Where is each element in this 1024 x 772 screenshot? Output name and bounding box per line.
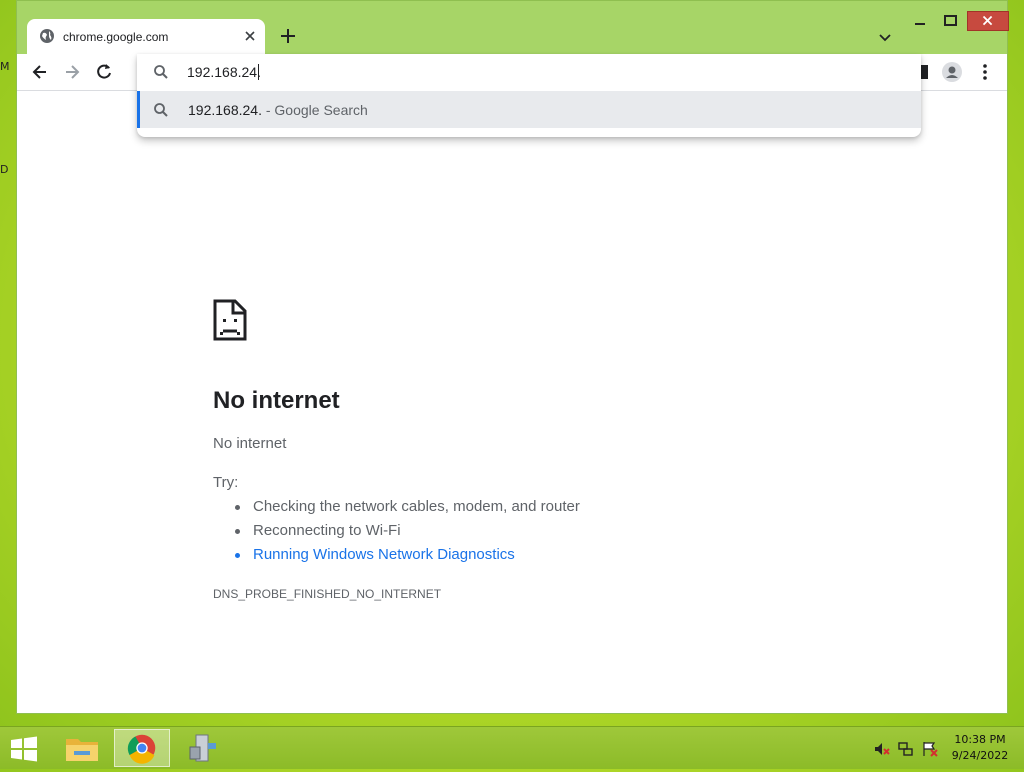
- forward-icon[interactable]: [62, 62, 82, 82]
- close-icon[interactable]: [241, 27, 259, 45]
- taskbar-file-explorer[interactable]: [54, 729, 110, 767]
- omnibox-suggestion[interactable]: 192.168.24. - Google Search: [137, 91, 921, 128]
- browser-window: chrome.google.com No internet No interne…: [16, 0, 1009, 714]
- taskbar-chrome[interactable]: [114, 729, 170, 767]
- omnibox-dropdown: 192.168.24. - Google Search: [137, 54, 921, 137]
- maximize-icon[interactable]: [942, 11, 960, 31]
- chrome-icon: [127, 734, 156, 764]
- menu-icon[interactable]: [975, 62, 995, 82]
- flag-icon[interactable]: [922, 741, 938, 757]
- minimize-icon[interactable]: [912, 11, 930, 31]
- error-subtitle: No internet: [213, 435, 287, 452]
- profile-icon[interactable]: [942, 62, 962, 82]
- network-diagnostics-link[interactable]: Running Windows Network Diagnostics: [213, 543, 580, 567]
- network-tool-icon: [189, 734, 216, 762]
- error-title: No internet: [213, 387, 340, 414]
- network-icon[interactable]: [898, 741, 914, 757]
- taskbar: 10:38 PM 9/24/2022: [0, 726, 1024, 769]
- desktop-icon-label-d: D: [0, 163, 9, 176]
- file-explorer-icon: [66, 739, 98, 761]
- suggestion-source: - Google Search: [261, 102, 368, 118]
- chevron-down-icon[interactable]: [877, 29, 893, 45]
- text-caret: [258, 64, 259, 80]
- error-code: DNS_PROBE_FINISHED_NO_INTERNET: [213, 587, 442, 601]
- speaker-muted-icon[interactable]: [874, 741, 890, 757]
- page-content: No internet No internet Try: Checking th…: [17, 91, 1007, 713]
- list-item: Checking the network cables, modem, and …: [213, 495, 580, 519]
- tab-active[interactable]: chrome.google.com: [27, 19, 265, 55]
- search-icon: [154, 103, 168, 117]
- suggestion-focus-bar: [137, 91, 140, 128]
- back-icon[interactable]: [30, 62, 50, 82]
- address-bar-input[interactable]: [187, 60, 887, 84]
- reload-icon[interactable]: [94, 62, 114, 82]
- suggestion-text: 192.168.24. - Google Search: [188, 102, 368, 118]
- list-item: Reconnecting to Wi-Fi: [213, 519, 580, 543]
- suggestion-list: Checking the network cables, modem, and …: [213, 495, 580, 567]
- close-icon: [982, 15, 993, 26]
- system-clock[interactable]: 10:38 PM 9/24/2022: [944, 732, 1016, 764]
- clock-time: 10:38 PM: [954, 733, 1006, 746]
- search-icon: [154, 65, 168, 79]
- window-close-button[interactable]: [967, 11, 1009, 31]
- globe-icon: [40, 29, 54, 43]
- sad-page-icon: [213, 299, 247, 341]
- plus-icon[interactable]: [279, 27, 297, 45]
- windows-start-icon[interactable]: [10, 736, 38, 762]
- taskbar-network-tool[interactable]: [176, 729, 232, 767]
- try-label: Try:: [213, 474, 239, 491]
- suggestion-query: 192.168.24.: [188, 102, 262, 118]
- desktop-icon-label-m: M: [0, 60, 10, 73]
- tab-title: chrome.google.com: [63, 30, 169, 44]
- clock-date: 9/24/2022: [951, 749, 1009, 762]
